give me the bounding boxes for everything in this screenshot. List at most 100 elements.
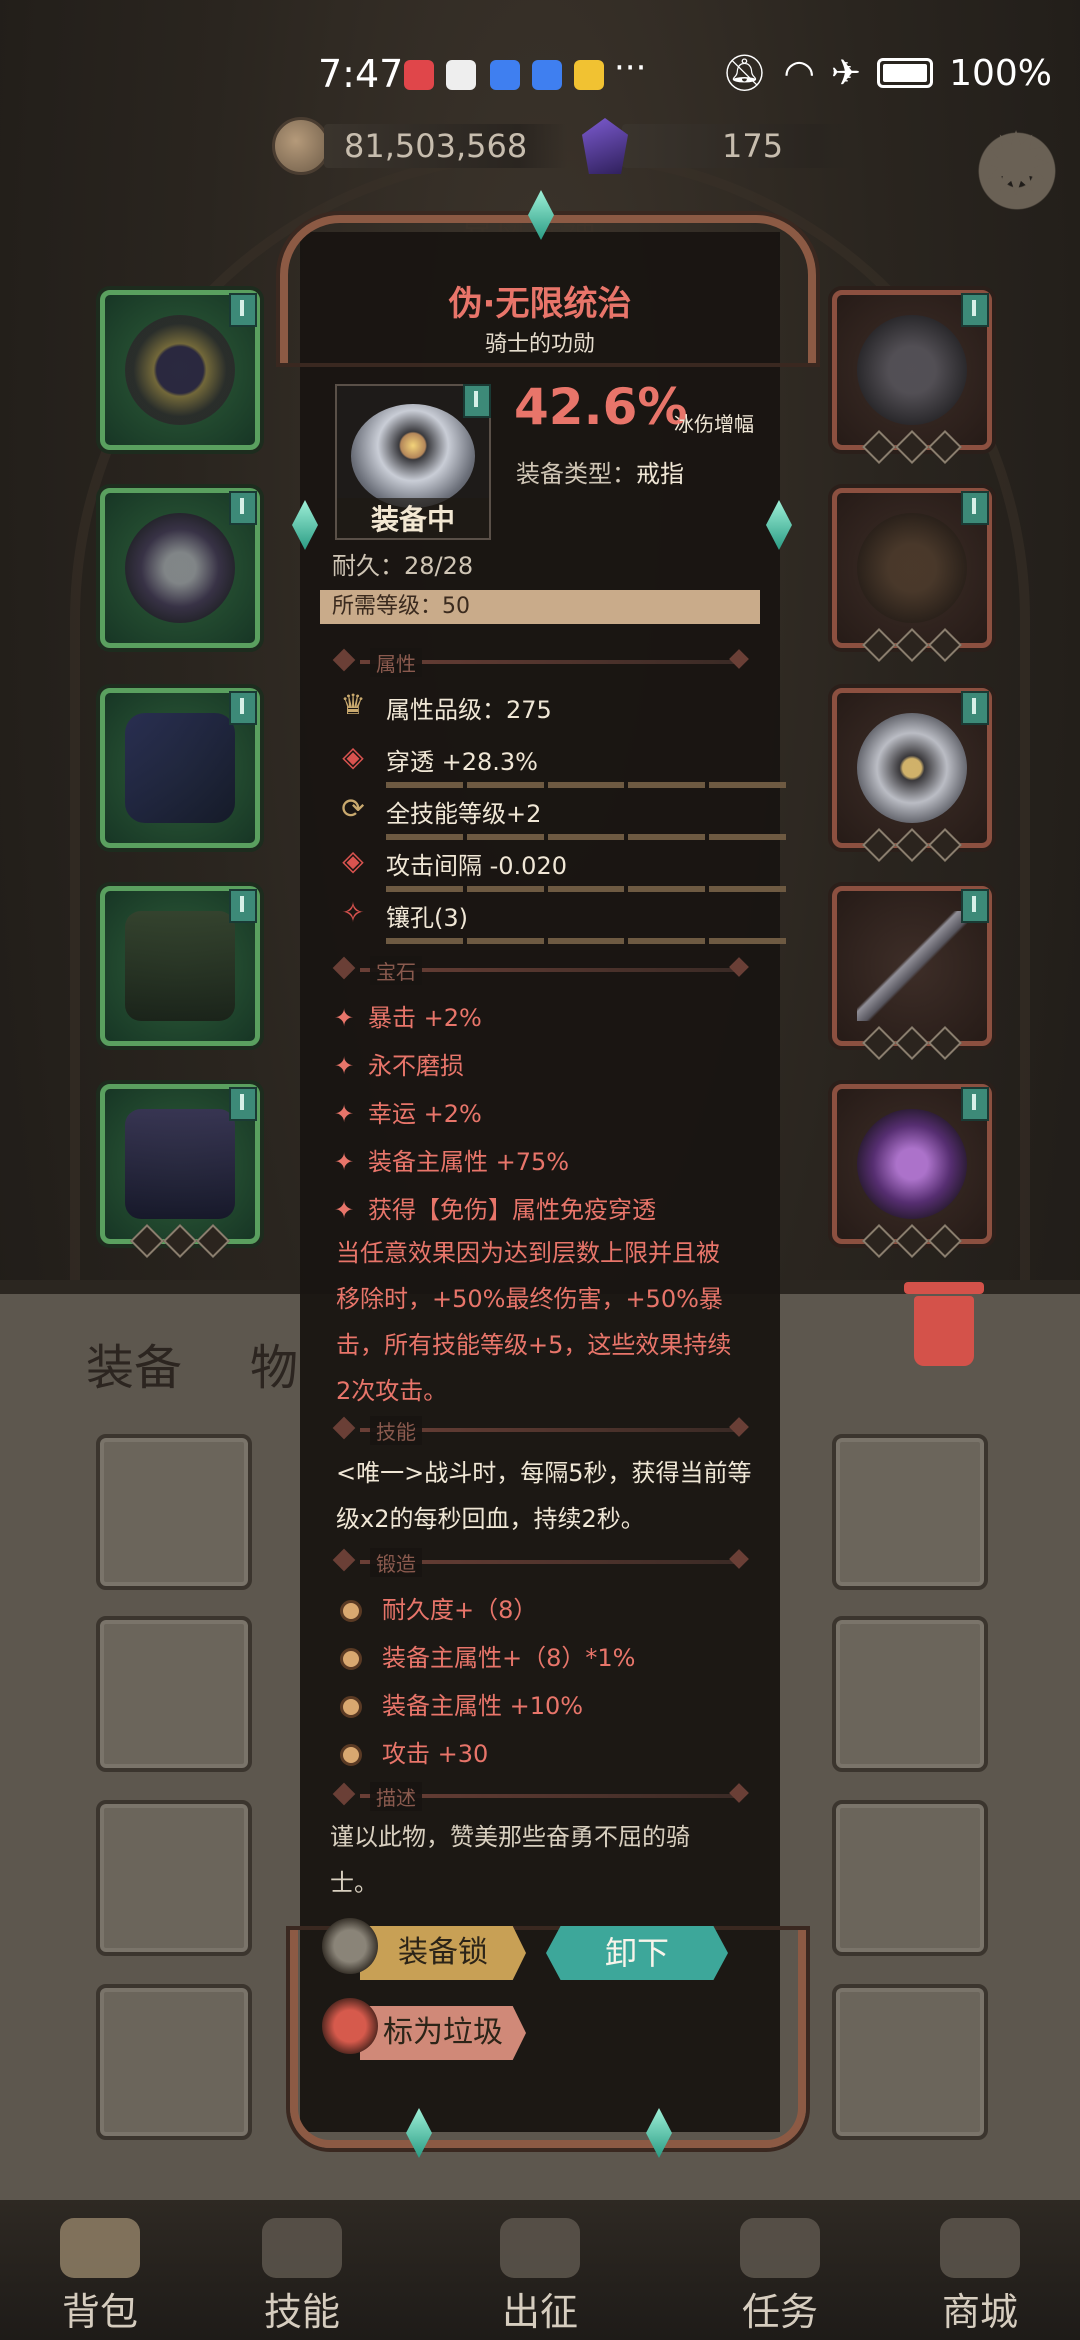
stat-roll-bars — [386, 834, 786, 840]
bottom-nav: 背包 技能 出征 任务 商城 — [0, 2200, 1080, 2340]
mail-notification-icon — [574, 60, 604, 90]
attribute-text: 穿透 +28.3% — [386, 748, 538, 776]
nav-quests[interactable]: 任务 — [700, 2200, 860, 2340]
inventory-slot[interactable] — [96, 1616, 252, 1772]
nav-shop[interactable]: 商城 — [900, 2200, 1060, 2340]
clock: 7:47 — [318, 52, 404, 96]
forge-row: 耐久度+（8） — [334, 1590, 754, 1625]
equip-slot-amulet[interactable] — [100, 290, 260, 450]
section-label: 属性 — [370, 648, 422, 677]
equipment-lock-button[interactable]: 装备锁 — [360, 1926, 526, 1980]
equip-slot-weapon[interactable] — [832, 886, 992, 1060]
penetration-icon: ◈ — [342, 740, 364, 773]
section-label: 描述 — [370, 1782, 422, 1811]
required-level: 所需等级：50 — [320, 590, 760, 624]
inventory-slot[interactable] — [832, 1800, 988, 1956]
gem-star-icon: ✦ — [334, 1100, 355, 1128]
backpack-icon — [60, 2218, 140, 2278]
inventory-slot[interactable] — [96, 1984, 252, 2140]
lock-flag-icon — [229, 1087, 257, 1121]
required-level-value: 50 — [442, 594, 471, 619]
system-icons: 🔕︎ ◠ ✈ 100% — [722, 52, 1052, 95]
gem-star-icon: ✦ — [334, 1196, 355, 1224]
section-skill: 技能 — [330, 1414, 750, 1445]
inventory-slot[interactable] — [96, 1800, 252, 1956]
gem-row: ✦ 幸运 +2% — [334, 1100, 482, 1128]
nav-expedition[interactable]: 出征 — [460, 2200, 620, 2340]
ring-icon — [351, 404, 475, 508]
app-notification-icon — [404, 60, 434, 90]
battery-icon — [877, 58, 934, 88]
mark-as-junk-button[interactable]: 标为垃圾 — [360, 2006, 526, 2060]
equip-slot-boots[interactable] — [100, 1084, 260, 1258]
section-gems: 宝石 — [330, 954, 750, 985]
airplane-icon: ✈ — [830, 52, 862, 94]
equip-type-value: 戒指 — [636, 460, 684, 488]
attribute-row: ◈ 攻击间隔 -0.020 — [334, 842, 786, 892]
coin-icon — [272, 117, 330, 175]
inventory-slot[interactable] — [832, 1434, 988, 1590]
forge-row: 攻击 +30 — [334, 1734, 754, 1769]
forge-row: 装备主属性 +10% — [334, 1686, 754, 1721]
section-label: 宝石 — [370, 956, 422, 985]
baidu-notification-icon — [490, 60, 520, 90]
settings-gear-icon[interactable] — [974, 122, 1060, 214]
equip-slot-armor[interactable] — [100, 886, 260, 1046]
item-subtitle: 骑士的功勋 — [484, 332, 595, 357]
helm-icon — [857, 315, 967, 425]
attribute-row: ⟳ 全技能等级+2 — [334, 790, 786, 840]
forge-dot-icon — [340, 1648, 362, 1670]
item-icon-frame: 装备中 — [335, 384, 491, 540]
lock-flag-icon — [961, 1087, 989, 1121]
nav-skills[interactable]: 技能 — [222, 2200, 382, 2340]
gem-counter: 175 — [582, 118, 864, 174]
tab-items[interactable]: 物 — [250, 1328, 298, 1398]
lock-flag-icon — [229, 889, 257, 923]
baidu-notification-icon — [532, 60, 562, 90]
equip-type-label: 装备类型： — [516, 460, 636, 488]
item-name: 伪·无限统治 — [448, 284, 632, 324]
equip-slot-orb[interactable] — [832, 1084, 992, 1258]
equip-slot-pet[interactable] — [832, 488, 992, 662]
forge-dot-icon — [340, 1744, 362, 1766]
wizard-helmet-icon — [125, 513, 235, 623]
coin-counter: 81,503,568 — [272, 117, 568, 175]
attribute-row: ♛ 属性品级：275 — [334, 686, 754, 726]
lock-flag-icon — [961, 491, 989, 525]
durability: 耐久：28/28 — [332, 546, 473, 581]
nav-backpack[interactable]: 背包 — [20, 2200, 180, 2340]
battery-level: 100% — [949, 52, 1052, 94]
gem-row: ✦ 装备主属性 +75% — [334, 1148, 570, 1176]
quest-scroll-icon — [740, 2218, 820, 2278]
gem-star-icon: ✦ — [334, 1052, 355, 1080]
forge-row: 装备主属性+（8）*1% — [334, 1638, 754, 1673]
attribute-row: ◈ 穿透 +28.3% — [334, 738, 786, 788]
section-label: 锻造 — [370, 1548, 422, 1577]
sword-icon — [500, 2218, 580, 2278]
armor-icon — [125, 911, 235, 1021]
huawei-notification-icon — [446, 60, 476, 90]
equipped-badge: 装备中 — [337, 498, 489, 538]
attribute-text: 镶孔(3) — [386, 904, 468, 932]
grade-crown-icon: ♛ — [340, 688, 366, 721]
gem-amount: 175 — [622, 124, 864, 168]
inventory-slot[interactable] — [832, 1616, 988, 1772]
equip-slot-cloak[interactable] — [100, 688, 260, 848]
unequip-button[interactable]: 卸下 — [546, 1926, 728, 1980]
equip-slot-helmet[interactable] — [100, 488, 260, 648]
lock-flag-icon — [229, 293, 257, 327]
attribute-text: 属性品级：275 — [386, 696, 552, 724]
equip-slot-head[interactable] — [832, 290, 992, 464]
skill-book-icon — [262, 2218, 342, 2278]
wifi-icon: ◠ — [783, 52, 815, 94]
cloak-icon — [125, 713, 235, 823]
trash-icon[interactable] — [904, 1282, 984, 1366]
padlock-icon — [322, 1918, 378, 1974]
inventory-slot[interactable] — [96, 1434, 252, 1590]
gem-effect-text: 当任意效果因为达到层数上限并且被 移除时，+50%最终伤害，+50%暴 击，所有… — [336, 1239, 732, 1405]
coin-amount: 81,503,568 — [324, 124, 568, 168]
inventory-slot[interactable] — [832, 1984, 988, 2140]
forge-dot-icon — [340, 1600, 362, 1622]
equip-slot-ring[interactable] — [832, 688, 992, 862]
tab-equip[interactable]: 装备 — [86, 1328, 182, 1398]
